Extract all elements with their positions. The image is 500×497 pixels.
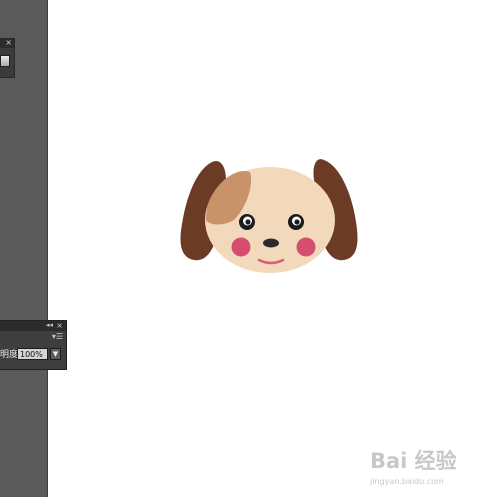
left-cheek xyxy=(231,237,251,257)
nose xyxy=(263,238,279,248)
puppy-face[interactable] xyxy=(180,159,358,273)
baidu-watermark: Bai 经验 jingyan.baidu.com xyxy=(370,445,494,491)
watermark-brand: Bai 经验 xyxy=(370,449,457,473)
right-pupil xyxy=(294,219,300,225)
right-cheek xyxy=(296,237,316,257)
canvas-artwork xyxy=(180,159,358,273)
watermark-url: jingyan.baidu.com xyxy=(370,477,444,486)
left-pupil xyxy=(245,219,251,225)
